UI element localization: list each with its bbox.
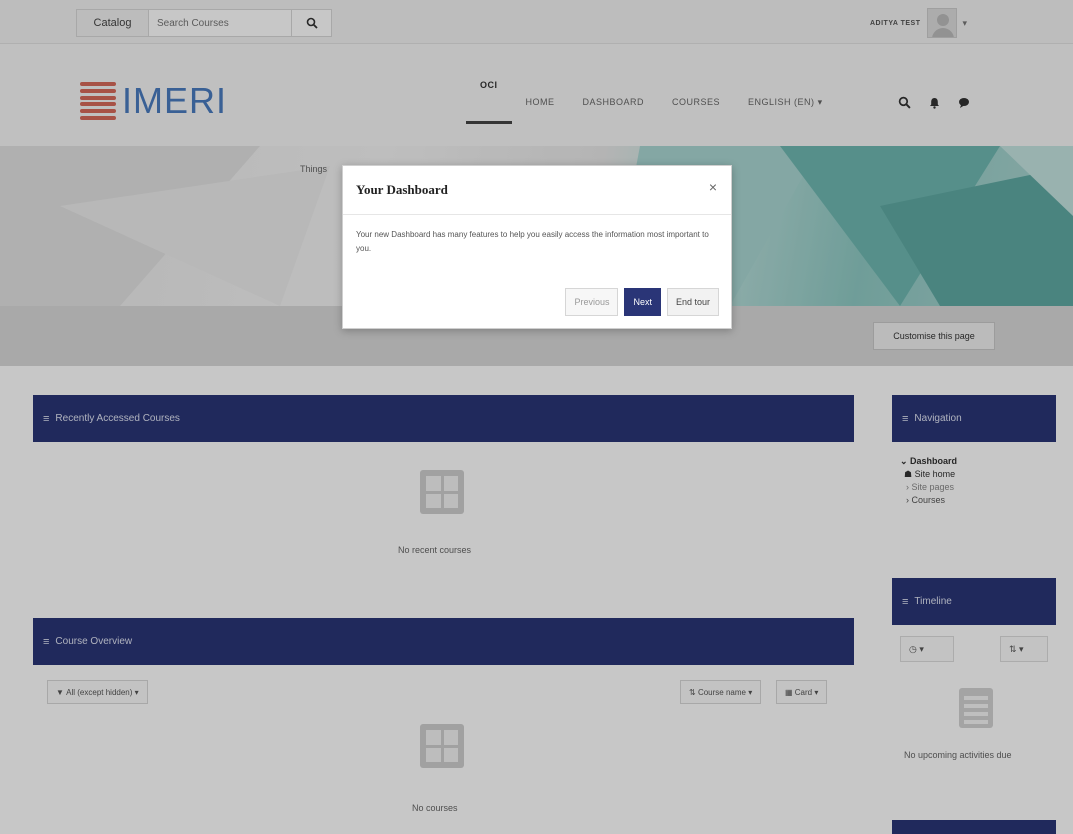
tour-title: Your Dashboard bbox=[356, 182, 448, 197]
end-tour-button[interactable]: End tour bbox=[666, 288, 719, 316]
divider bbox=[343, 214, 731, 215]
next-button[interactable]: Next bbox=[624, 288, 661, 316]
tour-body: Your new Dashboard has many features to … bbox=[356, 230, 709, 253]
close-icon[interactable]: × bbox=[709, 179, 717, 195]
tour-footer: Previous Next End tour bbox=[565, 288, 719, 316]
previous-button[interactable]: Previous bbox=[565, 288, 619, 316]
tour-backdrop[interactable] bbox=[0, 0, 1073, 834]
tour-dialog: Your Dashboard × Your new Dashboard has … bbox=[342, 165, 732, 329]
